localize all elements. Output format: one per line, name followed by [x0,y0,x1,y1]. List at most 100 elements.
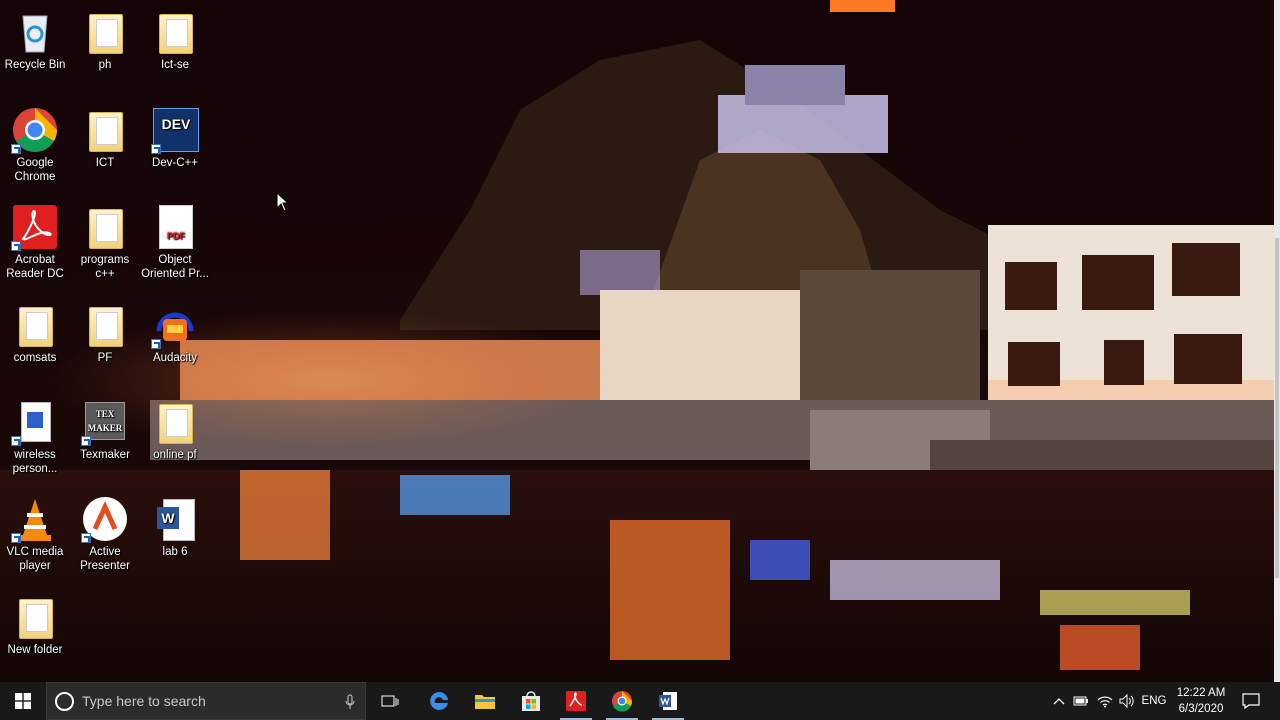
battery-icon [1073,696,1088,706]
folder-icon [81,106,129,154]
desktop-icon-lab-6[interactable]: W lab 6 [140,491,210,559]
activepresenter-icon [81,495,129,543]
desktop-icon-ph[interactable]: ph [70,4,140,72]
desktop-icon-vlc[interactable]: VLC media player [0,491,70,573]
show-hidden-icons-button[interactable] [1048,682,1070,720]
taskbar-clock[interactable]: 12:22 AM 6/3/2020 [1168,685,1234,717]
desktop-icon-label: Texmaker [80,449,130,461]
windows-logo-icon [15,693,31,709]
desktop-icon-label: Dev-C++ [151,157,199,169]
desktop-icon-label: ICT [95,157,115,169]
document-icon [11,398,59,446]
shortcut-arrow-icon [81,533,91,543]
desktop-icon-online-pf[interactable]: online pf [140,394,210,462]
shortcut-arrow-icon [81,436,91,446]
action-center-button[interactable] [1236,682,1266,720]
taskbar-app-chrome[interactable] [600,682,644,720]
shortcut-arrow-icon [11,436,21,446]
scrollbar-thumb[interactable] [1275,238,1279,578]
desktop-icon-recycle-bin[interactable]: Recycle Bin [0,4,70,72]
audacity-icon [151,301,199,349]
tray-language[interactable]: ENG [1140,682,1168,720]
desktop-icon-ict[interactable]: ICT [70,102,140,170]
texmaker-icon: TEX MAKER [81,398,129,446]
word-badge: W [157,507,179,529]
mouse-cursor-icon [276,192,290,212]
desktop-icon-label: programs c++ [80,254,130,280]
shortcut-arrow-icon [11,144,21,154]
desktop-icon-programs-cpp[interactable]: programs c++ [70,199,140,281]
desktop-icon-label: Ict-se [160,59,190,71]
desktop-icon-comsats[interactable]: comsats [0,297,70,365]
shortcut-arrow-icon [11,241,21,251]
vlc-icon [11,495,59,543]
taskbar-app-edge[interactable] [416,682,462,720]
desktop-icon-label: Acrobat Reader DC [6,254,64,280]
taskbar-app-word[interactable] [646,682,690,720]
chevron-up-icon [1053,698,1065,705]
desktop-icon-active-presenter[interactable]: Active Presenter [70,491,140,573]
tray-volume[interactable] [1116,682,1138,720]
taskbar-app-store[interactable] [508,682,554,720]
desktop-icon-audacity[interactable]: Audacity [140,297,210,365]
folder-icon [81,8,129,56]
desktop-icon-dev-cpp[interactable]: DEV Dev-C++ [140,102,210,170]
taskbar-search-box[interactable]: Type here to search [46,682,366,720]
notification-icon [1242,693,1260,709]
desktop-icon-new-folder[interactable]: New folder [0,589,70,657]
taskbar: Type here to search ENG 12:22 AM 6/3/202… [0,682,1280,720]
desktop-icon-label: ph [98,59,112,71]
cortana-icon [55,691,74,711]
word-document-icon: W [151,495,199,543]
folder-icon [81,301,129,349]
task-view-button[interactable] [368,682,412,720]
desktop-icon-google-chrome[interactable]: Google Chrome [0,102,70,184]
desktop-icon-wireless-person[interactable]: wireless person... [0,394,70,476]
desktop-icon-label: PF [97,352,113,364]
devcpp-icon: DEV [151,106,199,154]
texmaker-badge: TEX MAKER [85,402,125,440]
word-icon [659,692,677,710]
volume-icon [1119,694,1134,708]
desktop-icon-acrobat-reader[interactable]: Acrobat Reader DC [0,199,70,281]
desktop-icon-label: lab 6 [162,546,188,558]
pdf-file-icon: PDF [151,203,199,251]
microphone-icon[interactable] [345,694,355,710]
taskbar-app-acrobat[interactable] [554,682,598,720]
desktop-icon-label: VLC media player [6,546,64,572]
pdf-badge: PDF [167,231,185,241]
desktop-icon-label: Active Presenter [80,546,130,572]
wifi-icon [1097,696,1113,708]
acrobat-icon [566,691,586,711]
tray-battery[interactable] [1070,682,1092,720]
desktop-icon-label: wireless person... [12,449,58,475]
folder-icon [11,593,59,641]
desktop-icon-label: Google Chrome [14,157,56,183]
acrobat-icon [11,203,59,251]
chrome-icon [11,106,59,154]
shortcut-arrow-icon [151,339,161,349]
desktop-icon-label: comsats [13,352,57,364]
desktop-icon-object-oriented-pdf[interactable]: PDF Object Oriented Pr... [140,199,210,281]
desktop-icon-ict-se[interactable]: Ict-se [140,4,210,72]
search-placeholder: Type here to search [82,693,206,709]
tray-wifi[interactable] [1094,682,1116,720]
clock-date: 6/3/2020 [1178,703,1224,715]
desktop-icon-texmaker[interactable]: TEX MAKER Texmaker [70,394,140,462]
folder-icon [151,8,199,56]
desktop-icon-label: New folder [7,644,63,656]
desktop-icon-label: Recycle Bin [4,59,66,71]
shortcut-arrow-icon [11,533,21,543]
desktop-icon-pf[interactable]: PF [70,297,140,365]
desktop-icon-label: online pf [153,449,197,461]
scrollbar[interactable] [1274,0,1280,682]
folder-icon [151,398,199,446]
desktop-icon-label: Audacity [152,352,198,364]
clock-time: 12:22 AM [1176,687,1226,699]
start-button[interactable] [0,682,46,720]
folder-icon [81,203,129,251]
folder-icon [11,301,59,349]
taskbar-app-file-explorer[interactable] [462,682,508,720]
task-view-icon [381,695,399,707]
recycle-bin-icon [11,8,59,56]
